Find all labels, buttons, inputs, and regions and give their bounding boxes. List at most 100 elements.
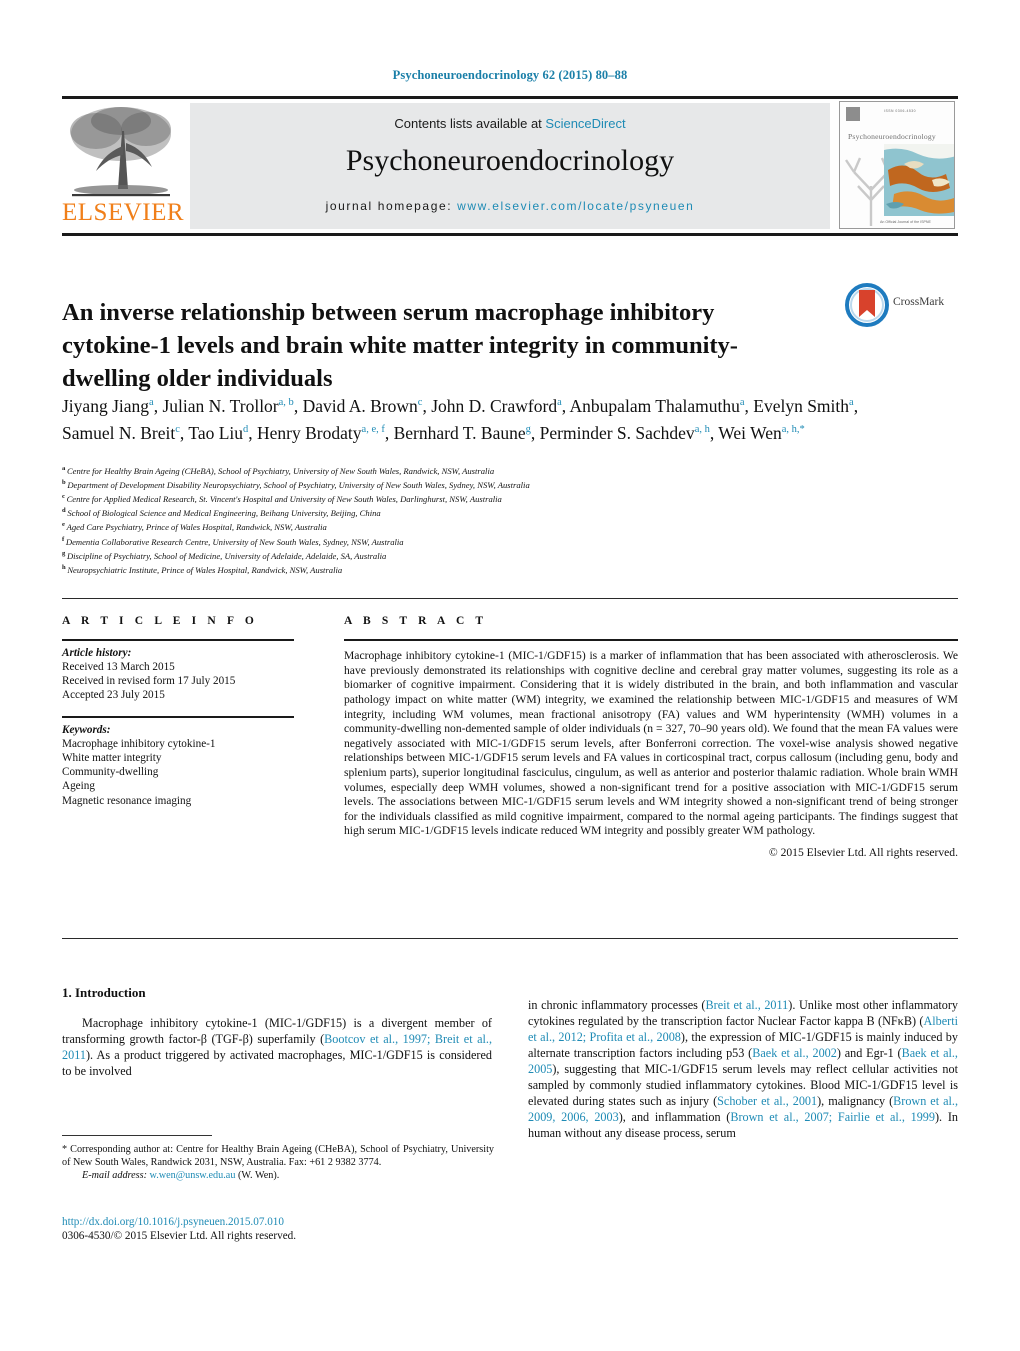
abstract-bottom-rule: [62, 938, 958, 939]
keyword-item: White matter integrity: [62, 751, 162, 764]
author-affiliation-marker: a, h,: [781, 424, 800, 436]
corresponding-author-marker: *: [799, 424, 805, 436]
page-title: An inverse relationship between serum ma…: [62, 299, 738, 393]
elsevier-logo: ELSEVIER: [62, 101, 185, 229]
email-link[interactable]: w.wen@unsw.edu.au: [150, 1170, 236, 1181]
journal-banner: ELSEVIER Contents lists available at Sci…: [62, 99, 958, 231]
intro-paragraph-right: in chronic inflammatory processes (Breit…: [528, 998, 958, 1141]
article-info-block: A R T I C L E I N F O Article history: R…: [62, 615, 317, 808]
journal-info-box: Contents lists available at ScienceDirec…: [190, 103, 830, 229]
crossmark-badge[interactable]: CrossMark: [845, 283, 957, 327]
affiliation-text: Centre for Applied Medical Research, St.…: [66, 494, 502, 505]
affiliation-text: Centre for Healthy Brain Ageing (CHeBA),…: [66, 465, 495, 476]
article-info-heading: A R T I C L E I N F O: [62, 615, 258, 627]
affiliation-item: d School of Biological Science and Medic…: [62, 505, 892, 519]
keyword-item: Community-dwelling: [62, 766, 159, 779]
crossmark-icon: [845, 283, 889, 327]
footnote-block: * Corresponding author at: Centre for He…: [62, 1143, 494, 1183]
article-page: Psychoneuroendocrinology 62 (2015) 80–88…: [0, 0, 1020, 1351]
author-affiliation-marker: a, b: [278, 397, 294, 408]
cover-brain-image: [884, 144, 954, 216]
author-name: Henry Brodaty: [257, 423, 362, 444]
elsevier-wordmark: ELSEVIER: [62, 199, 185, 226]
affiliation-text: Department of Development Disability Neu…: [67, 479, 530, 490]
cover-issn-text: ISSN 0306-4530: [884, 109, 917, 113]
author-name: John D. Crawford: [431, 395, 558, 416]
article-history-item: Received 13 March 2015: [62, 660, 175, 673]
email-suffix: (W. Wen).: [237, 1170, 280, 1182]
author-name: Anbupalam Thalamuthu: [569, 395, 740, 416]
affiliation-text: School of Biological Science and Medical…: [67, 508, 381, 519]
body-column-right: in chronic inflammatory processes (Breit…: [528, 985, 958, 1153]
sciencedirect-link[interactable]: ScienceDirect: [545, 116, 625, 131]
author-affiliation-marker: a: [849, 397, 854, 408]
article-history-item: Accepted 23 July 2015: [62, 689, 165, 702]
article-history-label: Article history:: [62, 646, 132, 659]
author-affiliation-marker: d: [243, 424, 249, 436]
body-column-left: 1. Introduction Macrophage inhibitory cy…: [62, 985, 492, 1091]
affiliation-text: Dementia Collaborative Research Centre, …: [65, 536, 404, 547]
author-affiliation-marker: a, h: [694, 424, 710, 436]
cover-footer-text: An Official Journal of the ISPNE: [880, 220, 931, 224]
running-head: Psychoneuroendocrinology 62 (2015) 80–88: [392, 68, 628, 82]
abstract-text: Macrophage inhibitory cytokine-1 (MIC-1/…: [344, 649, 958, 838]
cover-elsevier-mark-icon: [846, 107, 860, 121]
cover-journal-title: Psychoneuroendocrinology: [848, 132, 936, 141]
affiliation-item: g Discipline of Psychiatry, School of Me…: [62, 548, 892, 562]
crossmark-label: CrossMark: [893, 296, 945, 308]
author-name: Jiyang Jiang: [62, 395, 150, 416]
keywords-rule: [62, 716, 294, 718]
author-affiliation-marker: a, e, f: [361, 424, 385, 436]
section-heading-introduction: 1. Introduction: [62, 985, 146, 1000]
abstract-heading: A B S T R A C T: [344, 615, 488, 627]
corresponding-author-note: * Corresponding author at: Centre for He…: [62, 1144, 494, 1169]
footnote-rule: [62, 1135, 212, 1136]
journal-cover-thumbnail: ISSN 0306-4530 Psychoneuroendocrinology: [839, 101, 955, 229]
author-name: Samuel N. Breit: [62, 423, 176, 444]
affiliation-item: h Neuropsychiatric Institute, Prince of …: [62, 562, 892, 576]
abstract-copyright: © 2015 Elsevier Ltd. All rights reserved…: [768, 845, 958, 859]
abstract-block: A B S T R A C T Macrophage inhibitory cy…: [344, 615, 958, 859]
affiliation-text: Aged Care Psychiatry, Prince of Wales Ho…: [66, 522, 327, 533]
author-name: Bernhard T. Baune: [393, 423, 526, 444]
article-history-items: Received 13 March 2015 Received in revise…: [62, 660, 317, 703]
banner-bottom-rule: [62, 233, 958, 236]
journal-homepage-link[interactable]: www.elsevier.com/locate/psyneuen: [457, 199, 694, 213]
author-affiliation-marker: g: [525, 424, 531, 436]
affiliation-text: Neuropsychiatric Institute, Prince of Wa…: [67, 564, 343, 575]
keywords-label: Keywords:: [62, 723, 111, 736]
affiliation-text: Discipline of Psychiatry, School of Medi…: [66, 550, 387, 561]
email-note: E-mail address: w.wen@unsw.edu.au (W. We…: [62, 1169, 494, 1182]
affiliation-item: f Dementia Collaborative Research Centre…: [62, 534, 892, 548]
article-history-item: Received in revised form 17 July 2015: [62, 675, 236, 687]
elsevier-tree-icon: [70, 107, 171, 197]
contents-list-line: Contents lists available at ScienceDirec…: [190, 116, 830, 131]
author-name: Perminder S. Sachdev: [539, 423, 695, 444]
keyword-item: Ageing: [62, 780, 95, 793]
affiliation-list: a Centre for Healthy Brain Ageing (CHeBA…: [62, 463, 892, 576]
author-list: Jiyang Jianga, Julian N. Trollora, b, Da…: [62, 395, 859, 444]
author-name: Evelyn Smith: [753, 395, 850, 416]
article-info-rule: [62, 639, 294, 641]
doi-block: http://dx.doi.org/10.1016/j.psyneuen.201…: [62, 1215, 494, 1244]
affiliation-item: c Centre for Applied Medical Research, S…: [62, 491, 892, 505]
author-name: David A. Brown: [302, 395, 418, 416]
author-affiliation-marker: c: [175, 424, 180, 436]
contents-prefix: Contents lists available at: [394, 116, 546, 131]
keyword-item: Macrophage inhibitory cytokine-1: [62, 737, 216, 750]
keyword-items: Macrophage inhibitory cytokine-1 White ma…: [62, 737, 317, 808]
cover-header: ISSN 0306-4530: [840, 102, 954, 126]
affiliation-item: e Aged Care Psychiatry, Prince of Wales …: [62, 519, 892, 533]
doi-link[interactable]: http://dx.doi.org/10.1016/j.psyneuen.201…: [62, 1215, 494, 1229]
affiliation-item: a Centre for Healthy Brain Ageing (CHeBA…: [62, 463, 892, 477]
author-name: Julian N. Trollor: [162, 395, 279, 416]
keywords-block: Keywords: Macrophage inhibitory cytokine…: [62, 723, 317, 808]
issn-copyright: 0306-4530/© 2015 Elsevier Ltd. All right…: [62, 1230, 297, 1243]
author-affiliation-marker: a: [149, 397, 154, 408]
author-affiliation-marker: c: [417, 397, 423, 408]
homepage-prefix: journal homepage:: [325, 199, 458, 213]
intro-paragraph-left: Macrophage inhibitory cytokine-1 (MIC-1/…: [62, 1016, 492, 1078]
journal-title: Psychoneuroendocrinology: [345, 144, 675, 177]
affiliation-item: b Department of Development Disability N…: [62, 477, 892, 491]
keyword-item: Magnetic resonance imaging: [62, 794, 192, 807]
